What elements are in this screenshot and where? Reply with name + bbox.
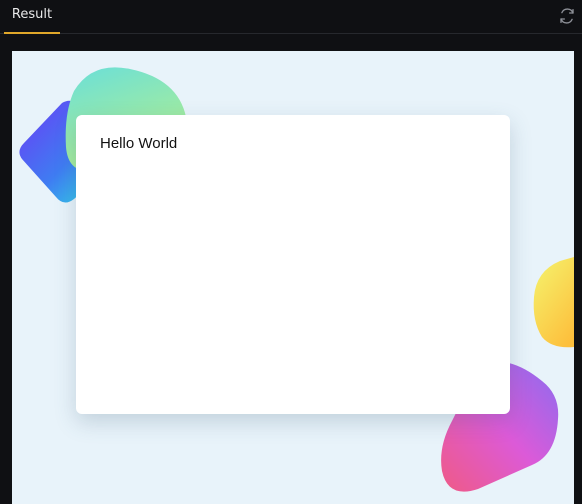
tab-result[interactable]: Result (4, 0, 60, 34)
content-card: Hello World (76, 115, 510, 414)
tab-bar: Result (0, 0, 582, 34)
refresh-icon[interactable] (558, 7, 576, 25)
result-pane: Hello World (12, 51, 574, 504)
tab-result-label: Result (11, 7, 53, 22)
hello-text: Hello World (100, 135, 178, 152)
yellow-blob (533, 257, 574, 348)
